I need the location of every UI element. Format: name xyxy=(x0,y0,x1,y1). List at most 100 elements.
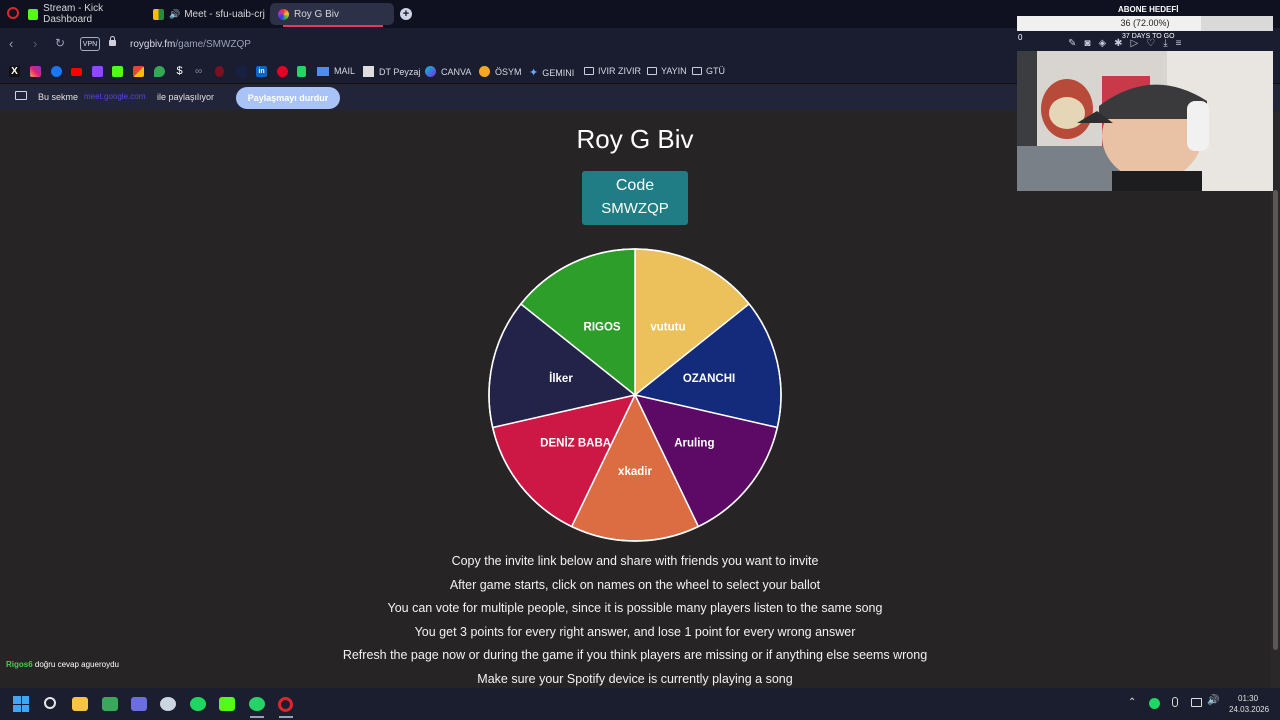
lock-shackle xyxy=(110,36,115,41)
tray-mic-icon[interactable] xyxy=(1172,697,1178,707)
kick-app-icon[interactable] xyxy=(219,697,235,711)
forward-icon[interactable]: › xyxy=(33,36,37,51)
stop-sharing-button[interactable]: Paylaşmayı durdur xyxy=(236,87,340,109)
share-text-after: ile paylaşılıyor xyxy=(157,92,215,102)
tab-label: Stream - Kick Dashboard xyxy=(43,3,104,25)
tab-label: Roy G Biv xyxy=(294,8,340,20)
tray-spotify-icon[interactable] xyxy=(1149,698,1160,709)
gemini-icon: ✦ xyxy=(529,67,539,79)
wheel-player-name[interactable]: Aruling xyxy=(674,437,714,449)
subscriber-goal-progress: 36 (72.00%) xyxy=(1120,18,1170,28)
share-screen-icon xyxy=(15,91,27,100)
file-explorer-icon[interactable] xyxy=(72,697,88,711)
bookmark-canva[interactable]: CANVA xyxy=(425,66,471,77)
image-icon xyxy=(363,66,374,77)
steam-icon[interactable] xyxy=(160,697,176,711)
pinterest-icon[interactable] xyxy=(277,66,288,77)
wheel-player-name[interactable]: DENİZ BABA xyxy=(540,436,611,449)
download-icon[interactable]: ⤓ xyxy=(1163,38,1167,50)
reload-icon[interactable]: ↻ xyxy=(55,36,65,50)
gmail-icon[interactable] xyxy=(133,66,144,77)
browser-toolbar-icons: ✎ ◙ ◈ ✱ ▷ ♡ ⤓ ≡ xyxy=(1068,38,1258,50)
url-field[interactable]: roygbiv.fm/game/SMWZQP xyxy=(130,39,251,50)
edit-icon[interactable]: ✎ xyxy=(1068,38,1076,50)
wheel-player-name[interactable]: İlker xyxy=(549,372,573,385)
player-wheel: vututu OZANCHI Aruling xkadir DENİZ BABA İlke… xyxy=(488,248,782,542)
instruction-line: Make sure your Spotify device is current… xyxy=(477,672,793,686)
bookmark-label: IVIR ZIVIR xyxy=(598,66,642,76)
wheel-player-name[interactable]: RIGOS xyxy=(584,322,621,334)
tab-meet[interactable]: 🔊 Meet - sfu-uaib-crj xyxy=(145,3,271,25)
instagram-icon[interactable] xyxy=(30,66,41,77)
kick-bookmark-icon[interactable] xyxy=(112,66,123,77)
bookmark-gtu[interactable]: GTÜ xyxy=(692,66,725,76)
search-icon[interactable] xyxy=(44,697,56,709)
bookmark-label: DT Peyzaj xyxy=(379,66,421,77)
tray-volume-icon[interactable]: 🔊 xyxy=(1207,695,1219,706)
windows-start-icon[interactable] xyxy=(13,696,29,712)
tray-chevron-icon[interactable]: ⌃ xyxy=(1128,697,1136,708)
bookmark-label: GEMINI xyxy=(542,67,575,78)
bookmark-label: YAYIN xyxy=(661,66,687,76)
opera-taskbar-icon[interactable] xyxy=(278,697,293,712)
extensions-icon[interactable]: ✱ xyxy=(1114,38,1122,50)
clock-date[interactable]: 24.03.2026 xyxy=(1229,705,1269,714)
shield-icon[interactable]: ◈ xyxy=(1098,38,1106,50)
play-icon[interactable]: ▷ xyxy=(1131,38,1139,50)
youtube-icon[interactable] xyxy=(71,68,82,76)
tray-network-icon[interactable] xyxy=(1191,698,1202,707)
teams-icon[interactable] xyxy=(131,697,147,711)
linkedin-icon[interactable]: in xyxy=(256,66,267,77)
menu-icon[interactable]: ≡ xyxy=(1176,38,1182,50)
code-label: Code xyxy=(615,177,655,194)
x-icon[interactable]: X xyxy=(9,66,20,77)
dollar-icon[interactable]: $ xyxy=(174,66,185,77)
bookmark-yayin[interactable]: YAYIN xyxy=(647,66,687,76)
bookmark-osym[interactable]: ÖSYM xyxy=(479,66,522,77)
kick-icon xyxy=(28,8,39,20)
folder-icon xyxy=(584,67,594,75)
bookmark-gemini[interactable]: ✦ GEMINI xyxy=(529,66,574,79)
heart-icon[interactable]: ♡ xyxy=(1146,38,1155,50)
facebook-icon[interactable] xyxy=(51,66,62,77)
active-app-indicator xyxy=(250,716,264,718)
folder-icon xyxy=(647,67,657,75)
whatsapp-bookmark-icon[interactable] xyxy=(297,66,306,77)
mail-icon xyxy=(317,66,329,76)
camera-icon[interactable]: ◙ xyxy=(1084,38,1090,50)
scrollbar-thumb[interactable] xyxy=(1273,190,1278,650)
opera-logo-icon[interactable] xyxy=(7,7,19,19)
roygbiv-icon xyxy=(278,8,289,20)
clock-time[interactable]: 01:30 xyxy=(1238,694,1258,703)
link-icon[interactable]: ∞ xyxy=(195,66,206,77)
wheel-player-name[interactable]: OZANCHI xyxy=(683,373,735,385)
bookmark-red-icon[interactable] xyxy=(215,66,224,77)
folder-icon xyxy=(692,67,702,75)
wheel-player-name[interactable]: xkadir xyxy=(618,466,652,478)
whatsapp-icon[interactable] xyxy=(249,697,265,711)
spotify-icon[interactable] xyxy=(190,697,206,711)
instruction-line: Copy the invite link below and share wit… xyxy=(451,554,819,568)
twitch-icon[interactable] xyxy=(92,66,103,77)
meet-icon xyxy=(153,8,164,20)
instruction-line: After game starts, click on names on the… xyxy=(449,578,821,592)
tab-roy-g-biv[interactable]: Roy G Biv xyxy=(270,3,394,25)
canva-icon xyxy=(425,66,436,77)
game-code-box[interactable]: Code SMWZQP xyxy=(582,171,688,225)
bookmark-mail[interactable]: MAIL xyxy=(317,66,355,76)
webcam-overlay xyxy=(1017,51,1273,191)
wheel-player-name[interactable]: vututu xyxy=(650,322,685,334)
bookmark-label: GTÜ xyxy=(706,66,725,76)
vpn-badge[interactable]: VPN xyxy=(80,37,100,51)
app-green-icon[interactable] xyxy=(102,697,118,711)
back-icon[interactable]: ‹ xyxy=(9,36,13,51)
new-tab-button[interactable]: + xyxy=(400,8,412,20)
share-text-before: Bu sekme xyxy=(38,92,79,102)
bookmark-dark-icon[interactable] xyxy=(236,66,247,77)
osym-icon xyxy=(479,66,490,77)
maps-icon[interactable] xyxy=(154,66,165,77)
tab-kick-dashboard[interactable]: Stream - Kick Dashboard xyxy=(20,3,146,25)
url-path: /game/SMWZQP xyxy=(175,39,251,50)
bookmark-dt-peyzaj[interactable]: DT Peyzaj xyxy=(363,66,420,77)
bookmark-ivir-zivir[interactable]: IVIR ZIVIR xyxy=(584,66,641,76)
